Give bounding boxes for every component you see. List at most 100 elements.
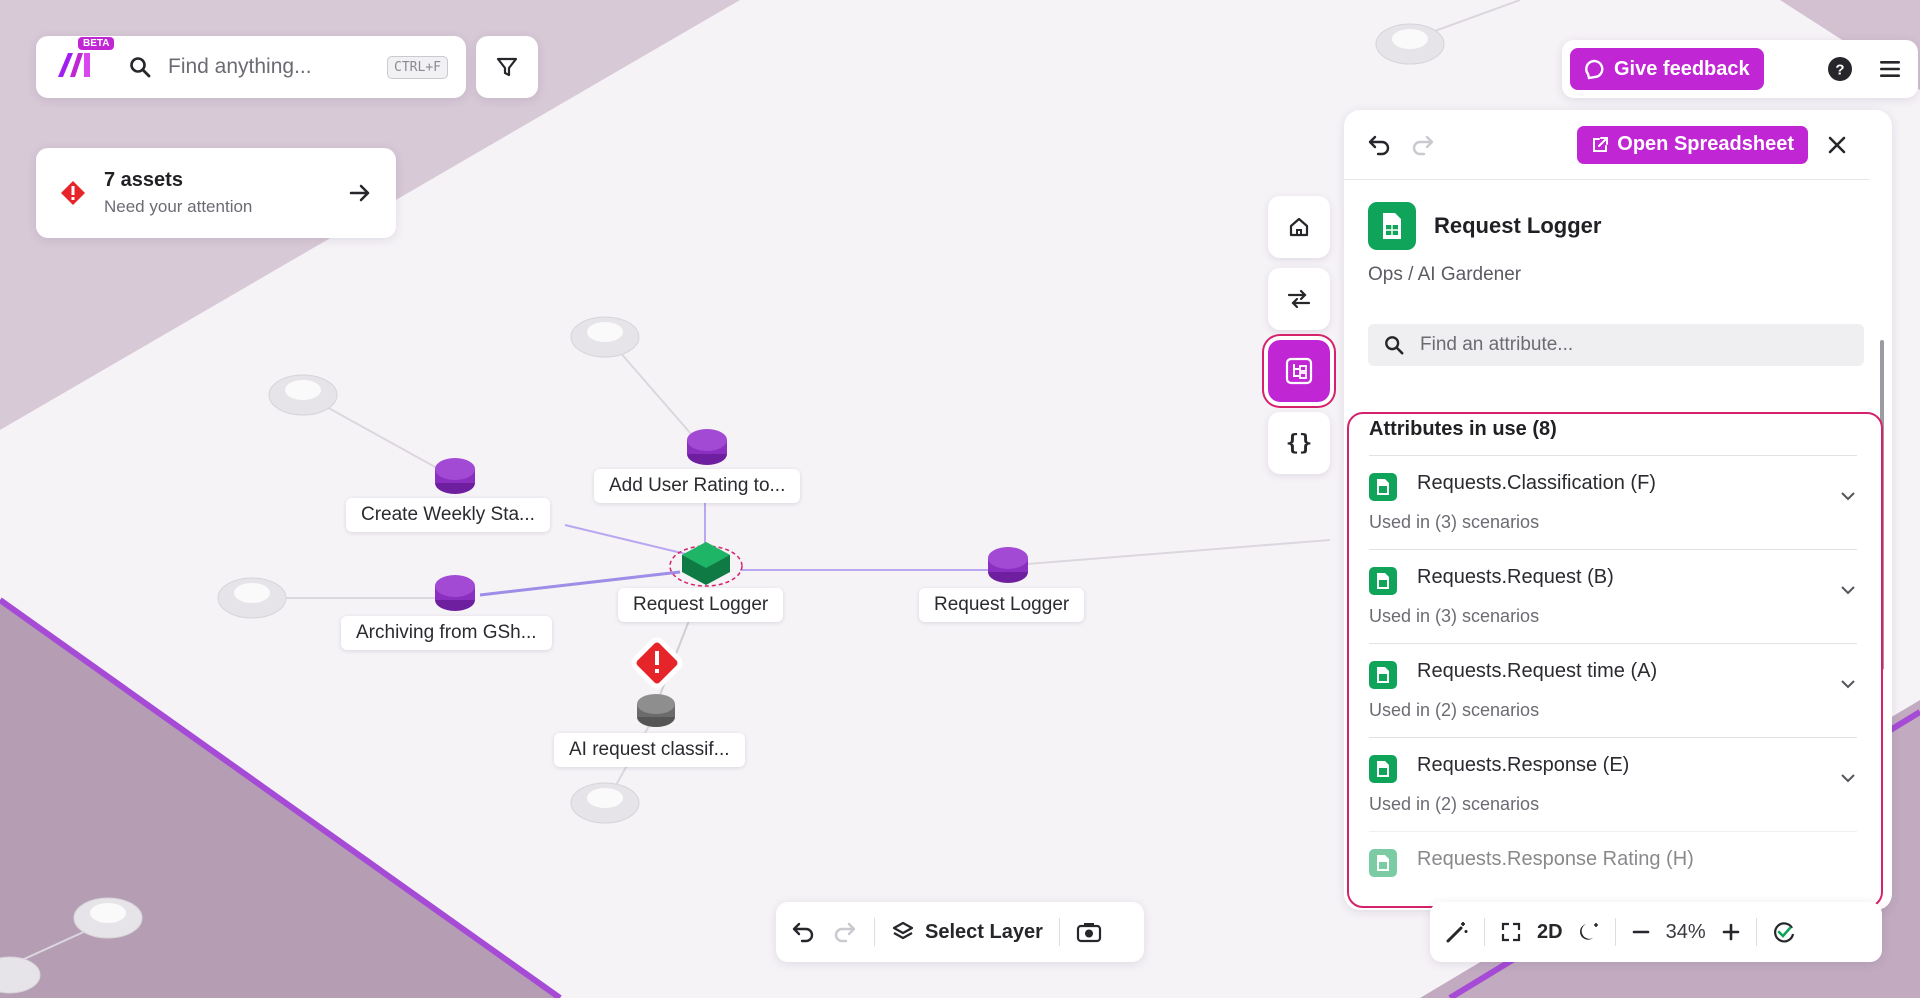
spreadsheet-icon: [1369, 661, 1397, 689]
menu-button[interactable]: [1870, 49, 1910, 89]
attribute-usage: Used in (3) scenarios: [1369, 606, 1540, 626]
attribute-search-input[interactable]: Find an attribute...: [1368, 324, 1864, 366]
zoom-level: 34%: [1665, 920, 1706, 943]
logo-icon: [58, 53, 90, 77]
node-label-ai-request[interactable]: AI request classif...: [554, 733, 745, 767]
braces-icon: {}: [1285, 430, 1313, 456]
spreadsheet-icon: [1368, 202, 1416, 250]
panel-header: Request Logger: [1344, 180, 1892, 250]
assets-alert-card[interactable]: 7 assets Need your attention: [36, 148, 396, 238]
moon-icon[interactable]: [1577, 920, 1601, 944]
sliders-button[interactable]: [1268, 268, 1330, 330]
zoom-in-icon[interactable]: [1720, 921, 1742, 943]
assets-subtitle: Need your attention: [104, 197, 253, 216]
assets-title: 7 assets: [104, 169, 183, 191]
attribute-name: Requests.Response Rating (H): [1417, 848, 1694, 870]
layer-toolbar: Select Layer: [776, 902, 1144, 962]
attribute-row[interactable]: Requests.Response (E) Used in (2) scenar…: [1369, 737, 1857, 831]
give-feedback-button[interactable]: Give feedback: [1570, 48, 1764, 90]
purple-node-request-logger-right[interactable]: [988, 547, 1028, 583]
spreadsheet-icon: [1369, 755, 1397, 783]
camera-icon[interactable]: [1076, 920, 1102, 944]
home-icon: [1289, 217, 1309, 237]
filter-icon: [496, 57, 518, 77]
divider: [874, 918, 875, 946]
breadcrumb[interactable]: Ops / AI Gardener: [1344, 250, 1892, 286]
search-shortcut: CTRL+F: [387, 55, 448, 79]
spreadsheet-icon: [1369, 473, 1397, 501]
zoom-out-icon[interactable]: [1630, 921, 1652, 943]
menu-icon: [1880, 61, 1900, 77]
search-icon: [1385, 336, 1404, 355]
undo-icon[interactable]: [790, 920, 816, 944]
chevron-down-icon[interactable]: [1839, 678, 1857, 690]
search-bar[interactable]: BETA Find anything... CTRL+F: [36, 36, 466, 98]
structure-button[interactable]: [1265, 337, 1333, 405]
attribute-row[interactable]: Requests.Request (B) Used in (3) scenari…: [1369, 549, 1857, 643]
attribute-search-placeholder: Find an attribute...: [1420, 334, 1574, 355]
chevron-down-icon[interactable]: [1839, 490, 1857, 502]
attribute-name: Requests.Response (E): [1417, 754, 1630, 776]
side-toolbar: {}: [1265, 196, 1333, 484]
redo-icon[interactable]: [832, 920, 858, 944]
close-icon[interactable]: [1826, 134, 1848, 156]
divider: [1484, 918, 1485, 946]
node-label-request-logger-right[interactable]: Request Logger: [919, 588, 1085, 622]
node-label-archiving[interactable]: Archiving from GSh...: [341, 616, 552, 650]
arrow-right-icon[interactable]: [348, 181, 372, 205]
node-label-request-logger[interactable]: Request Logger: [618, 588, 784, 622]
purple-node-create-weekly[interactable]: [435, 458, 475, 494]
attribute-usage: Used in (2) scenarios: [1369, 700, 1540, 720]
top-right-toolbar: Give feedback ?: [1562, 40, 1918, 98]
spreadsheet-icon: [1369, 567, 1397, 595]
purple-node-archiving[interactable]: [435, 575, 475, 611]
chevron-down-icon[interactable]: [1839, 772, 1857, 784]
divider: [1755, 918, 1757, 946]
home-button[interactable]: [1268, 196, 1330, 258]
structure-icon: [1285, 357, 1313, 385]
divider: [1614, 918, 1616, 946]
attributes-heading: Attributes in use (8): [1369, 418, 1557, 440]
attribute-usage: Used in (2) scenarios: [1369, 794, 1540, 814]
redo-icon[interactable]: [1410, 133, 1436, 157]
search-input[interactable]: Find anything...: [168, 55, 387, 79]
give-feedback-label: Give feedback: [1614, 57, 1750, 80]
braces-button[interactable]: {}: [1268, 412, 1330, 474]
node-label-add-user-rating[interactable]: Add User Rating to...: [594, 469, 801, 503]
magic-wand-icon[interactable]: [1444, 919, 1470, 945]
fullscreen-icon[interactable]: [1499, 920, 1523, 944]
view-toolbar: 2D 34%: [1430, 902, 1882, 962]
node-label-create-weekly[interactable]: Create Weekly Sta...: [346, 498, 550, 532]
select-layer-label: Select Layer: [925, 920, 1043, 943]
external-link-icon: [1593, 136, 1609, 152]
attribute-row[interactable]: Requests.Response Rating (H): [1369, 831, 1857, 906]
attribute-name: Requests.Request time (A): [1417, 660, 1658, 682]
undo-icon[interactable]: [1366, 133, 1392, 157]
attributes-in-use-section: Attributes in use (8) Requests.Classific…: [1347, 412, 1883, 908]
feedback-icon: [1585, 59, 1604, 80]
svg-text:?: ?: [1835, 62, 1844, 79]
help-button[interactable]: ?: [1820, 49, 1860, 89]
open-spreadsheet-button[interactable]: Open Spreadsheet: [1577, 125, 1808, 164]
alert-icon: [61, 181, 85, 205]
beta-badge: BETA: [78, 37, 115, 50]
purple-node-add-user-rating[interactable]: [687, 429, 727, 465]
search-icon: [126, 56, 154, 78]
sync-check-icon[interactable]: [1771, 919, 1797, 945]
attribute-row[interactable]: Requests.Classification (F) Used in (3) …: [1369, 455, 1857, 549]
panel-toolbar: Open Spreadsheet: [1344, 110, 1870, 180]
grey-node-ai-request[interactable]: [637, 694, 675, 727]
attribute-name: Requests.Request (B): [1417, 566, 1614, 588]
divider: [1058, 918, 1060, 946]
select-layer-button[interactable]: Select Layer: [891, 920, 1043, 944]
filter-button[interactable]: [476, 36, 538, 98]
open-spreadsheet-label: Open Spreadsheet: [1617, 133, 1794, 155]
attribute-row[interactable]: Requests.Request time (A) Used in (2) sc…: [1369, 643, 1857, 737]
panel-title: Request Logger: [1434, 213, 1602, 238]
chevron-down-icon[interactable]: [1839, 584, 1857, 596]
attribute-name: Requests.Classification (F): [1417, 472, 1656, 494]
layers-icon: [892, 921, 914, 940]
make-logo[interactable]: BETA: [54, 37, 115, 87]
view-mode-toggle[interactable]: 2D: [1537, 921, 1563, 944]
attribute-usage: Used in (3) scenarios: [1369, 512, 1540, 532]
